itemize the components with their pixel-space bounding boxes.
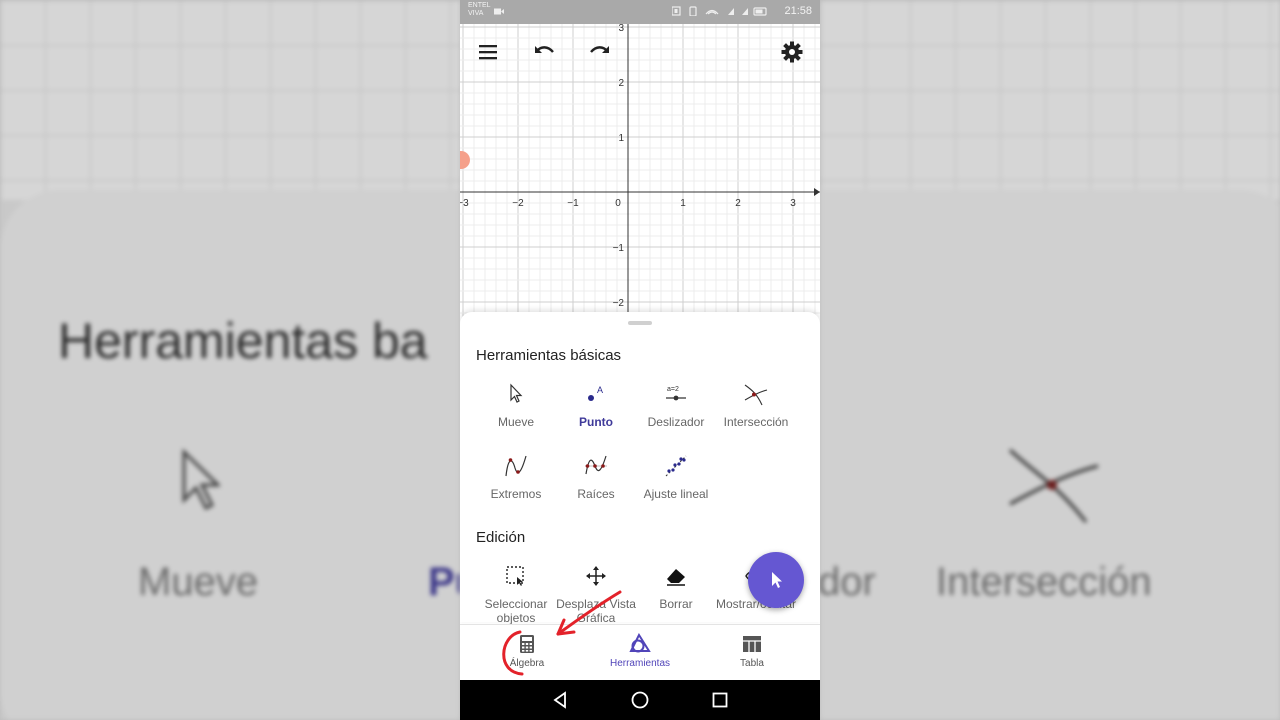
y-tick-label: 1 [618,133,624,144]
system-navigation-bar [460,680,820,720]
y-tick-label: 2 [618,78,624,89]
x-tick-label: −2 [512,198,524,209]
nav-tabla[interactable]: Tabla [707,625,797,681]
tool-ajuste-lineal[interactable]: Ajuste lineal [636,454,716,501]
x-axis-arrow [814,188,820,196]
home-icon[interactable] [630,690,650,710]
background-intersection-icon [1008,448,1099,523]
redo-icon[interactable] [588,40,612,64]
move-graphics-icon [584,564,608,588]
nav-herramientas[interactable]: Herramientas [595,625,685,681]
background-label-interseccion: Intersección [936,560,1152,604]
point-icon: A [584,382,608,406]
undo-icon[interactable] [532,40,556,64]
edit-tools-title: Edición [476,529,526,546]
video-icon [494,8,504,15]
carrier-name: ENTEL VIVA [468,2,491,17]
x-tick-label: 1 [680,198,686,209]
back-icon[interactable] [550,690,570,710]
svg-text:a=2: a=2 [667,386,679,393]
eraser-icon [664,564,688,588]
drag-handle[interactable] [628,321,652,325]
basic-tools-title: Herramientas básicas [476,347,622,364]
background-label-mueve: Mueve [138,560,259,604]
roots-icon [584,454,608,478]
background-label-deslizador: dor [820,560,876,604]
phone-screen: ENTEL VIVA 21:58 −3 −2 −1 0 1 2 3 3 2 1 −1 −2 [460,0,820,720]
tool-interseccion[interactable]: Intersección [716,382,796,429]
select-objects-icon [504,564,528,588]
coordinate-grid[interactable]: −3 −2 −1 0 1 2 3 3 2 1 −1 −2 [460,24,820,320]
tool-extremos[interactable]: Extremos [476,454,556,501]
tool-raices[interactable]: Raíces [556,454,636,501]
status-bar: ENTEL VIVA 21:58 [460,0,820,24]
bottom-navigation: Álgebra Herramientas Tabla [460,624,820,681]
menu-icon[interactable] [476,40,500,64]
graphics-view[interactable]: −3 −2 −1 0 1 2 3 3 2 1 −1 −2 [460,24,820,320]
y-tick-label: 3 [618,24,624,34]
tools-icon [629,632,651,655]
x-tick-label: −1 [567,198,579,209]
x-tick-label: 2 [735,198,741,209]
cursor-fab-button[interactable] [748,552,804,608]
background-cursor-icon [182,448,220,511]
tool-deslizador[interactable]: a=2 Deslizador [636,382,716,429]
nav-algebra[interactable]: Álgebra [482,625,572,681]
tool-seleccionar-objetos[interactable]: Seleccionar objetos [476,564,556,625]
calculator-icon [516,633,538,655]
fit-line-icon [664,454,688,478]
y-tick-label: −2 [613,298,625,309]
blurred-background-left: Herramientas ba Mueve Pu [0,0,460,720]
slider-icon: a=2 [664,382,688,406]
status-time: 21:58 [784,5,812,17]
tool-mueve[interactable]: Mueve [476,382,556,429]
cursor-arrow-icon [504,382,528,406]
intersection-icon [744,382,768,406]
x-tick-label: 3 [790,198,796,209]
status-icons [672,6,767,16]
blurred-background-right: dor Intersección [820,0,1280,720]
cursor-fab-icon [772,572,782,588]
background-label-punto: Pu [428,560,460,604]
tool-punto[interactable]: A Punto [556,382,636,429]
settings-icon[interactable] [780,40,804,64]
extremum-icon [504,454,528,478]
recents-icon[interactable] [710,690,730,710]
tool-borrar[interactable]: Borrar [636,564,716,611]
svg-text:A: A [597,385,603,395]
y-tick-label: −1 [613,243,625,254]
tool-desplaza-vista[interactable]: Desplaza Vista Gráfica [556,564,636,625]
table-icon [741,633,763,655]
background-heading: Herramientas ba [58,313,428,369]
x-tick-label: 0 [615,198,621,209]
x-tick-label: −3 [460,198,469,209]
